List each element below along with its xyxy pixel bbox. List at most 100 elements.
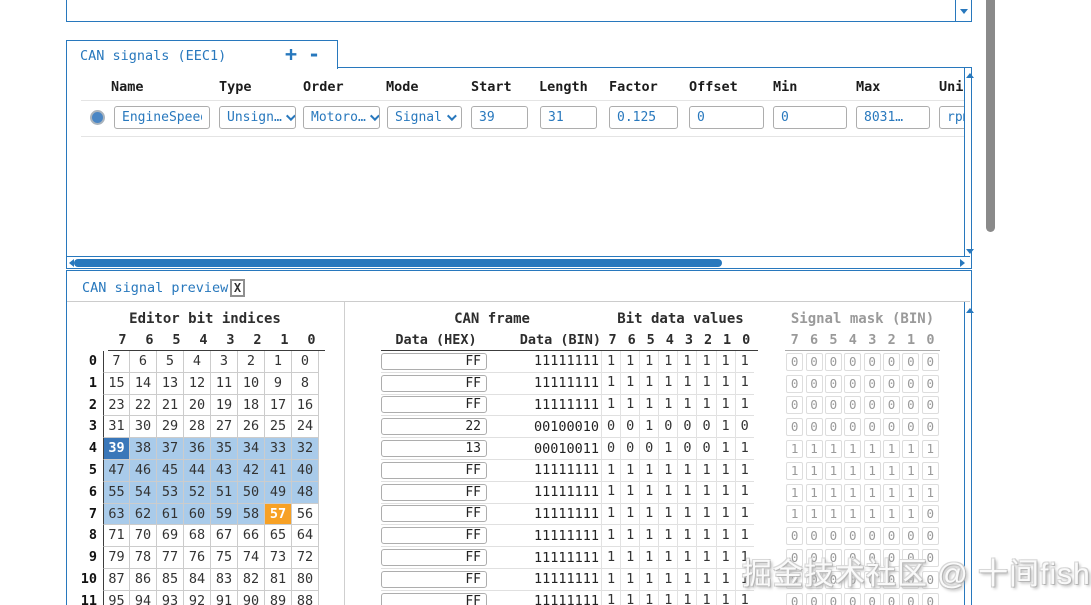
editor-bit-cell[interactable]: 87 [103,568,130,591]
signal-max-input[interactable] [856,106,930,129]
editor-bit-cell[interactable]: 18 [238,394,265,417]
signal-factor-input[interactable] [609,106,678,129]
hex-data-input[interactable] [381,396,487,414]
editor-bit-cell[interactable]: 61 [157,503,184,526]
editor-bit-cell[interactable]: 75 [211,547,238,569]
editor-bit-cell[interactable]: 53 [157,481,184,504]
editor-bit-cell[interactable]: 83 [211,568,238,591]
editor-bit-cell[interactable]: 8 [292,372,319,395]
editor-bit-cell[interactable]: 30 [130,416,157,439]
editor-bit-cell[interactable]: 67 [211,525,238,548]
editor-bit-cell[interactable]: 40 [292,459,319,482]
editor-bit-cell[interactable]: 64 [292,525,319,548]
editor-bit-cell[interactable]: 27 [211,416,238,439]
editor-bit-cell[interactable]: 37 [157,438,184,460]
signals-hscrollbar-thumb[interactable] [74,259,722,267]
editor-bit-cell[interactable]: 7 [103,351,130,373]
editor-bit-cell[interactable]: 42 [238,459,265,482]
editor-bit-cell[interactable]: 20 [184,394,211,417]
signal-order-select[interactable]: Motoro… [303,106,380,129]
editor-bit-cell[interactable]: 38 [130,438,157,460]
editor-bit-cell[interactable]: 68 [184,525,211,548]
top-panel-scroll-down-icon[interactable] [960,9,968,14]
editor-bit-cell[interactable]: 82 [238,568,265,591]
editor-bit-cell[interactable]: 78 [130,547,157,569]
signal-type-select[interactable]: Unsign… [219,106,296,129]
signals-hscrollbar-track[interactable] [67,256,970,257]
editor-bit-cell[interactable]: 90 [238,590,265,605]
editor-bit-cell[interactable]: 29 [157,416,184,439]
hex-data-input[interactable] [381,527,487,545]
editor-bit-cell[interactable]: 89 [265,590,292,605]
editor-bit-cell[interactable]: 51 [211,481,238,504]
hex-data-input[interactable] [381,440,487,458]
editor-bit-cell[interactable]: 3 [211,351,238,373]
editor-bit-cell[interactable]: 16 [292,394,319,417]
editor-bit-cell[interactable]: 21 [157,394,184,417]
editor-bit-cell[interactable]: 63 [103,503,130,526]
hex-data-input[interactable] [381,352,487,370]
editor-bit-cell[interactable]: 57 [265,503,292,526]
editor-bit-cell[interactable]: 10 [238,372,265,395]
editor-bit-cell[interactable]: 33 [265,438,292,460]
preview-visible-checkbox[interactable]: X [230,279,245,297]
editor-bit-cell[interactable]: 76 [184,547,211,569]
editor-bit-cell[interactable]: 56 [292,503,319,526]
hex-data-input[interactable] [381,461,487,479]
signal-start-input[interactable] [471,106,528,129]
editor-bit-cell[interactable]: 46 [130,459,157,482]
editor-bit-cell[interactable]: 26 [238,416,265,439]
editor-bit-cell[interactable]: 58 [238,503,265,526]
editor-bit-cell[interactable]: 54 [130,481,157,504]
editor-bit-cell[interactable]: 77 [157,547,184,569]
editor-bit-cell[interactable]: 25 [265,416,292,439]
editor-bit-cell[interactable]: 66 [238,525,265,548]
hex-data-input[interactable] [381,483,487,501]
editor-bit-cell[interactable]: 6 [130,351,157,373]
editor-bit-cell[interactable]: 1 [265,351,292,373]
editor-bit-cell[interactable]: 0 [292,351,319,373]
editor-bit-cell[interactable]: 19 [211,394,238,417]
editor-bit-cell[interactable]: 93 [157,590,184,605]
editor-bit-cell[interactable]: 28 [184,416,211,439]
editor-bit-cell[interactable]: 62 [130,503,157,526]
editor-bit-cell[interactable]: 49 [265,481,292,504]
editor-bit-cell[interactable]: 74 [238,547,265,569]
add-signal-button[interactable]: + [285,42,297,66]
signal-name-input[interactable] [114,106,210,129]
editor-bit-cell[interactable]: 39 [103,438,130,460]
editor-bit-cell[interactable]: 36 [184,438,211,460]
editor-bit-cell[interactable]: 47 [103,459,130,482]
editor-bit-cell[interactable]: 55 [103,481,130,504]
editor-bit-cell[interactable]: 13 [157,372,184,395]
hex-data-input[interactable] [381,418,487,436]
signal-row-radio[interactable] [90,110,105,125]
editor-bit-cell[interactable]: 14 [130,372,157,395]
editor-bit-cell[interactable]: 73 [265,547,292,569]
editor-bit-cell[interactable]: 17 [265,394,292,417]
editor-bit-cell[interactable]: 35 [211,438,238,460]
editor-bit-cell[interactable]: 9 [265,372,292,395]
editor-bit-cell[interactable]: 45 [157,459,184,482]
page-scrollbar-thumb[interactable] [986,0,995,232]
editor-bit-cell[interactable]: 22 [130,394,157,417]
editor-bit-cell[interactable]: 88 [292,590,319,605]
editor-bit-cell[interactable]: 43 [211,459,238,482]
editor-bit-cell[interactable]: 94 [130,590,157,605]
editor-bit-cell[interactable]: 84 [184,568,211,591]
editor-bit-cell[interactable]: 95 [103,590,130,605]
editor-bit-cell[interactable]: 92 [184,590,211,605]
editor-bit-cell[interactable]: 81 [265,568,292,591]
editor-bit-cell[interactable]: 69 [157,525,184,548]
hex-data-input[interactable] [381,549,487,567]
editor-bit-cell[interactable]: 4 [184,351,211,373]
signal-mode-select[interactable]: Signal [387,106,462,129]
signals-scroll-right-icon[interactable] [960,259,965,267]
preview-scroll-up-icon[interactable] [966,308,974,313]
editor-bit-cell[interactable]: 79 [103,547,130,569]
editor-bit-cell[interactable]: 86 [130,568,157,591]
editor-bit-cell[interactable]: 72 [292,547,319,569]
editor-bit-cell[interactable]: 59 [211,503,238,526]
editor-bit-cell[interactable]: 50 [238,481,265,504]
editor-bit-cell[interactable]: 60 [184,503,211,526]
